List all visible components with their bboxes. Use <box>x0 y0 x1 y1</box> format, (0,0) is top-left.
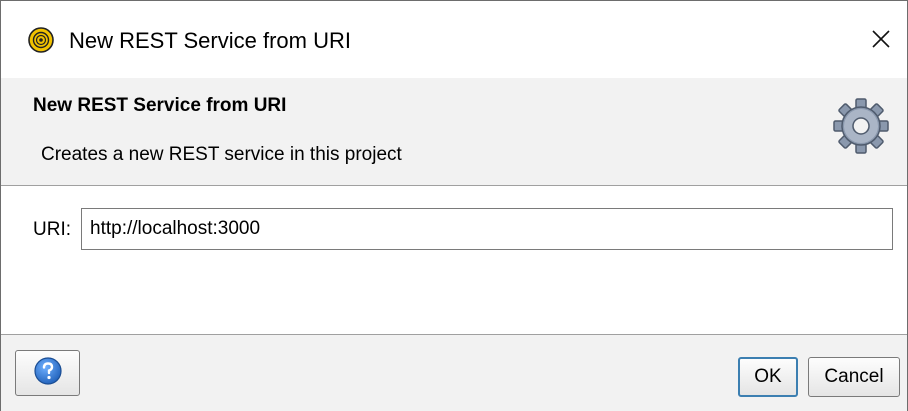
gear-icon <box>829 94 893 158</box>
window-title: New REST Service from URI <box>69 28 351 53</box>
dialog-window: New REST Service from URI New REST Servi… <box>0 0 908 411</box>
uri-input[interactable] <box>81 208 893 250</box>
close-button[interactable] <box>863 23 899 59</box>
banner-title: New REST Service from URI <box>33 95 287 116</box>
cancel-button[interactable]: Cancel <box>808 357 900 397</box>
soapui-app-icon <box>28 27 54 53</box>
help-button[interactable] <box>15 350 80 396</box>
help-icon <box>33 356 63 391</box>
close-icon <box>870 28 892 55</box>
ok-button[interactable]: OK <box>738 357 798 397</box>
uri-label: URI: <box>33 219 71 240</box>
button-bar: OK Cancel <box>1 334 907 411</box>
header-banner: New REST Service from URI Creates a new … <box>1 78 907 186</box>
banner-description: Creates a new REST service in this proje… <box>41 144 402 165</box>
title-bar[interactable]: New REST Service from URI <box>1 1 907 78</box>
